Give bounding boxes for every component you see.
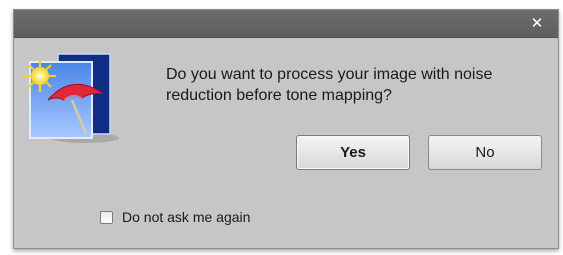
do-not-ask-again-checkbox[interactable] — [100, 210, 113, 224]
no-button[interactable]: No — [428, 135, 542, 170]
dialog-message: Do you want to process your image with n… — [166, 66, 493, 104]
do-not-ask-again-label[interactable]: Do not ask me again — [122, 209, 250, 225]
noise-reduction-dialog: ✕ Do you want to process your image with… — [13, 9, 559, 249]
beach-umbrella-photo-icon — [20, 48, 120, 148]
close-icon[interactable]: ✕ — [528, 14, 546, 32]
dialog-titlebar[interactable]: ✕ — [14, 10, 558, 38]
yes-button[interactable]: Yes — [296, 135, 410, 170]
do-not-ask-again-row[interactable]: Do not ask me again — [100, 208, 250, 226]
